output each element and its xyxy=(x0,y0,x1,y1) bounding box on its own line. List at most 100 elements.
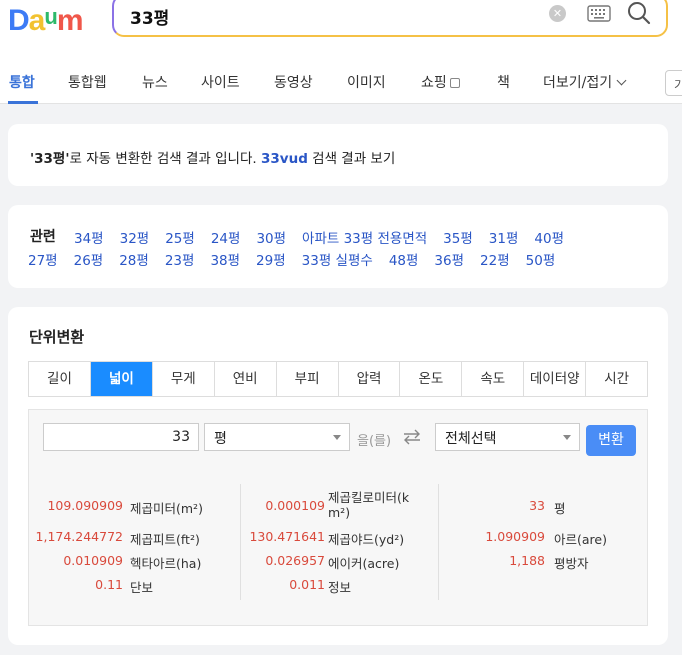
alt-query-suffix: 검색 결과 보기 xyxy=(312,151,396,167)
result-unit: 제곱미터(m²) xyxy=(130,501,203,516)
unit-tab-time[interactable]: 시간 xyxy=(586,362,648,396)
unit-tab-temperature[interactable]: 온도 xyxy=(400,362,463,396)
related-link[interactable]: 28평 xyxy=(119,253,149,269)
daum-logo[interactable]: Daum xyxy=(8,2,96,36)
related-link[interactable]: 29평 xyxy=(256,253,286,269)
dropdown-arrow-icon xyxy=(563,435,571,440)
tab-more-label: 더보기/접기 xyxy=(543,75,613,91)
related-link[interactable]: 48평 xyxy=(389,253,419,269)
result-unit: 에이커(acre) xyxy=(328,556,400,571)
related-link[interactable]: 40평 xyxy=(534,231,564,247)
result-divider xyxy=(438,484,439,600)
from-unit-select[interactable]: 평 xyxy=(204,423,350,451)
unit-tab-fuel[interactable]: 연비 xyxy=(214,362,277,396)
result-unit: 헥타아르(ha) xyxy=(130,556,202,571)
unit-converter-title: 단위변환 xyxy=(29,328,85,346)
related-title: 관련 xyxy=(30,229,56,245)
from-unit-value: 평 xyxy=(214,431,227,447)
result-unit: 제곱야드(yd²) xyxy=(328,532,405,547)
result-unit: 단보 xyxy=(130,580,154,595)
particle-label: 을(를) xyxy=(357,434,392,449)
unit-category-tabs: 길이 넓이 무게 연비 부피 압력 온도 속도 데이터양 시간 xyxy=(28,361,648,397)
related-link[interactable]: 27평 xyxy=(28,253,58,269)
header: Daum 33평 ✕ 통합 통합웹 뉴스 사이트 동영상 이미지 쇼핑 책 더보… xyxy=(0,0,682,104)
related-searches-card: 관련 34평 32평 25평 24평 30평 아파트 33평 전용면적 35평 31평 40평 … xyxy=(8,205,668,288)
swap-icon[interactable] xyxy=(402,429,422,445)
search-icon[interactable] xyxy=(627,0,651,26)
result-value: 0.11 xyxy=(95,577,123,592)
dropdown-arrow-icon xyxy=(333,435,341,440)
related-link[interactable]: 아파트 33평 전용면적 xyxy=(302,231,427,247)
tab-news[interactable]: 뉴스 xyxy=(142,72,168,92)
result-value: 0.026957 xyxy=(265,553,325,568)
alt-query-link[interactable]: 33vud xyxy=(261,151,308,167)
related-link[interactable]: 22평 xyxy=(480,253,510,269)
tab-video[interactable]: 동영상 xyxy=(274,72,313,92)
search-input[interactable]: 33평 xyxy=(130,4,169,29)
chevron-down-icon xyxy=(616,75,627,86)
tab-extra-button[interactable]: 기 xyxy=(665,70,682,96)
search-box[interactable]: 33평 ✕ xyxy=(112,0,668,37)
to-unit-value: 전체선택 xyxy=(445,431,497,447)
unit-converter-card: 단위변환 길이 넓이 무게 연비 부피 압력 온도 속도 데이터양 시간 33 … xyxy=(8,307,668,645)
active-tab-indicator xyxy=(8,101,38,104)
convert-button[interactable]: 변환 xyxy=(586,425,636,456)
result-unit: 아르(are) xyxy=(554,532,607,547)
tab-site[interactable]: 사이트 xyxy=(201,72,240,92)
unit-tab-data[interactable]: 데이터양 xyxy=(524,362,587,396)
result-divider xyxy=(240,484,241,600)
tab-image[interactable]: 이미지 xyxy=(347,72,386,92)
unit-tab-area[interactable]: 넓이 xyxy=(90,362,153,396)
related-link[interactable]: 38평 xyxy=(210,253,240,269)
related-link[interactable]: 33평 실평수 xyxy=(302,253,373,269)
unit-tab-length[interactable]: 길이 xyxy=(29,362,91,396)
related-link[interactable]: 23평 xyxy=(165,253,195,269)
result-value: 0.011 xyxy=(289,577,325,592)
corrected-query: '33평' xyxy=(30,151,70,167)
tab-more[interactable]: 더보기/접기 xyxy=(543,72,627,92)
related-row-1: 34평 32평 25평 24평 30평 아파트 33평 전용면적 35평 31평 40평 xyxy=(74,227,580,247)
related-link[interactable]: 34평 xyxy=(74,231,104,247)
related-link[interactable]: 35평 xyxy=(443,231,473,247)
result-value: 130.471641 xyxy=(249,529,325,544)
result-value: 0.000109 xyxy=(265,498,325,513)
result-value: 1,174.244772 xyxy=(35,529,123,544)
converter-panel: 33 평 을(를) 전체선택 변환 109.090909 제곱미터(m²) 1,… xyxy=(28,409,648,626)
shopping-icon xyxy=(449,78,460,88)
related-link[interactable]: 50평 xyxy=(526,253,556,269)
tab-book[interactable]: 책 xyxy=(497,72,510,92)
related-link[interactable]: 25평 xyxy=(165,231,195,247)
unit-tab-speed[interactable]: 속도 xyxy=(462,362,525,396)
related-link[interactable]: 36평 xyxy=(434,253,464,269)
correction-notice: '33평'로 자동 변환한 검색 결과 입니다. 33vud 검색 결과 보기 xyxy=(30,147,395,167)
query-correction-card: '33평'로 자동 변환한 검색 결과 입니다. 33vud 검색 결과 보기 xyxy=(8,124,668,186)
unit-tab-weight[interactable]: 무게 xyxy=(152,362,215,396)
tab-shopping[interactable]: 쇼핑 xyxy=(421,72,460,92)
result-unit: 평방자 xyxy=(554,556,589,571)
to-unit-select[interactable]: 전체선택 xyxy=(435,423,580,451)
related-link[interactable]: 31평 xyxy=(489,231,519,247)
result-unit: 제곱피트(ft²) xyxy=(130,532,200,547)
keyboard-icon[interactable] xyxy=(587,5,611,22)
result-value: 0.010909 xyxy=(63,553,123,568)
related-link[interactable]: 30평 xyxy=(256,231,286,247)
result-unit: 평 xyxy=(554,501,566,516)
related-link[interactable]: 26평 xyxy=(74,253,104,269)
tab-integrated-web[interactable]: 통합웹 xyxy=(68,72,107,92)
result-unit: 제곱킬로미터(km²) xyxy=(328,490,410,520)
related-link[interactable]: 32평 xyxy=(120,231,150,247)
related-link[interactable]: 24평 xyxy=(211,231,241,247)
correction-text: 로 자동 변환한 검색 결과 입니다. xyxy=(69,151,257,167)
unit-tab-pressure[interactable]: 압력 xyxy=(338,362,401,396)
related-row-2: 27평 26평 28평 23평 38평 29평 33평 실평수 48평 36평 22평 50평 xyxy=(28,249,571,269)
amount-input[interactable]: 33 xyxy=(43,423,199,451)
result-value: 1.090909 xyxy=(485,529,545,544)
result-unit: 정보 xyxy=(328,580,352,595)
unit-tab-volume[interactable]: 부피 xyxy=(276,362,339,396)
tab-all[interactable]: 통합 xyxy=(9,72,35,92)
result-value: 109.090909 xyxy=(47,498,123,513)
result-value: 33 xyxy=(529,498,545,513)
search-tabs: 통합 통합웹 뉴스 사이트 동영상 이미지 쇼핑 책 더보기/접기 xyxy=(0,66,682,104)
clear-icon[interactable]: ✕ xyxy=(549,5,566,22)
result-value: 1,188 xyxy=(509,553,545,568)
